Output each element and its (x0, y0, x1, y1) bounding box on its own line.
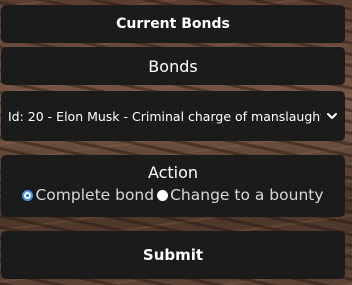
bond-select-value: Id: 20 - Elon Musk - Criminal charge of … (8, 108, 321, 124)
change-to-bounty-radio[interactable] (157, 189, 169, 201)
action-section: Action Complete bond Change to a bounty (1, 155, 345, 217)
current-bonds-header: Current Bonds (1, 5, 345, 43)
change-to-bounty-label[interactable]: Change to a bounty (170, 186, 323, 204)
submit-label: Submit (142, 246, 204, 264)
bond-select[interactable]: Id: 20 - Elon Musk - Criminal charge of … (1, 91, 345, 141)
header-title: Current Bonds (116, 16, 230, 32)
action-title: Action (147, 163, 199, 182)
complete-bond-radio[interactable] (22, 189, 34, 201)
bonds-label: Bonds (148, 56, 198, 76)
action-radio-group: Complete bond Change to a bounty (1, 186, 345, 204)
bonds-section-label: Bonds (1, 47, 345, 85)
submit-button[interactable]: Submit (1, 231, 345, 279)
complete-bond-label[interactable]: Complete bond (35, 186, 154, 204)
chevron-down-icon (327, 113, 337, 119)
